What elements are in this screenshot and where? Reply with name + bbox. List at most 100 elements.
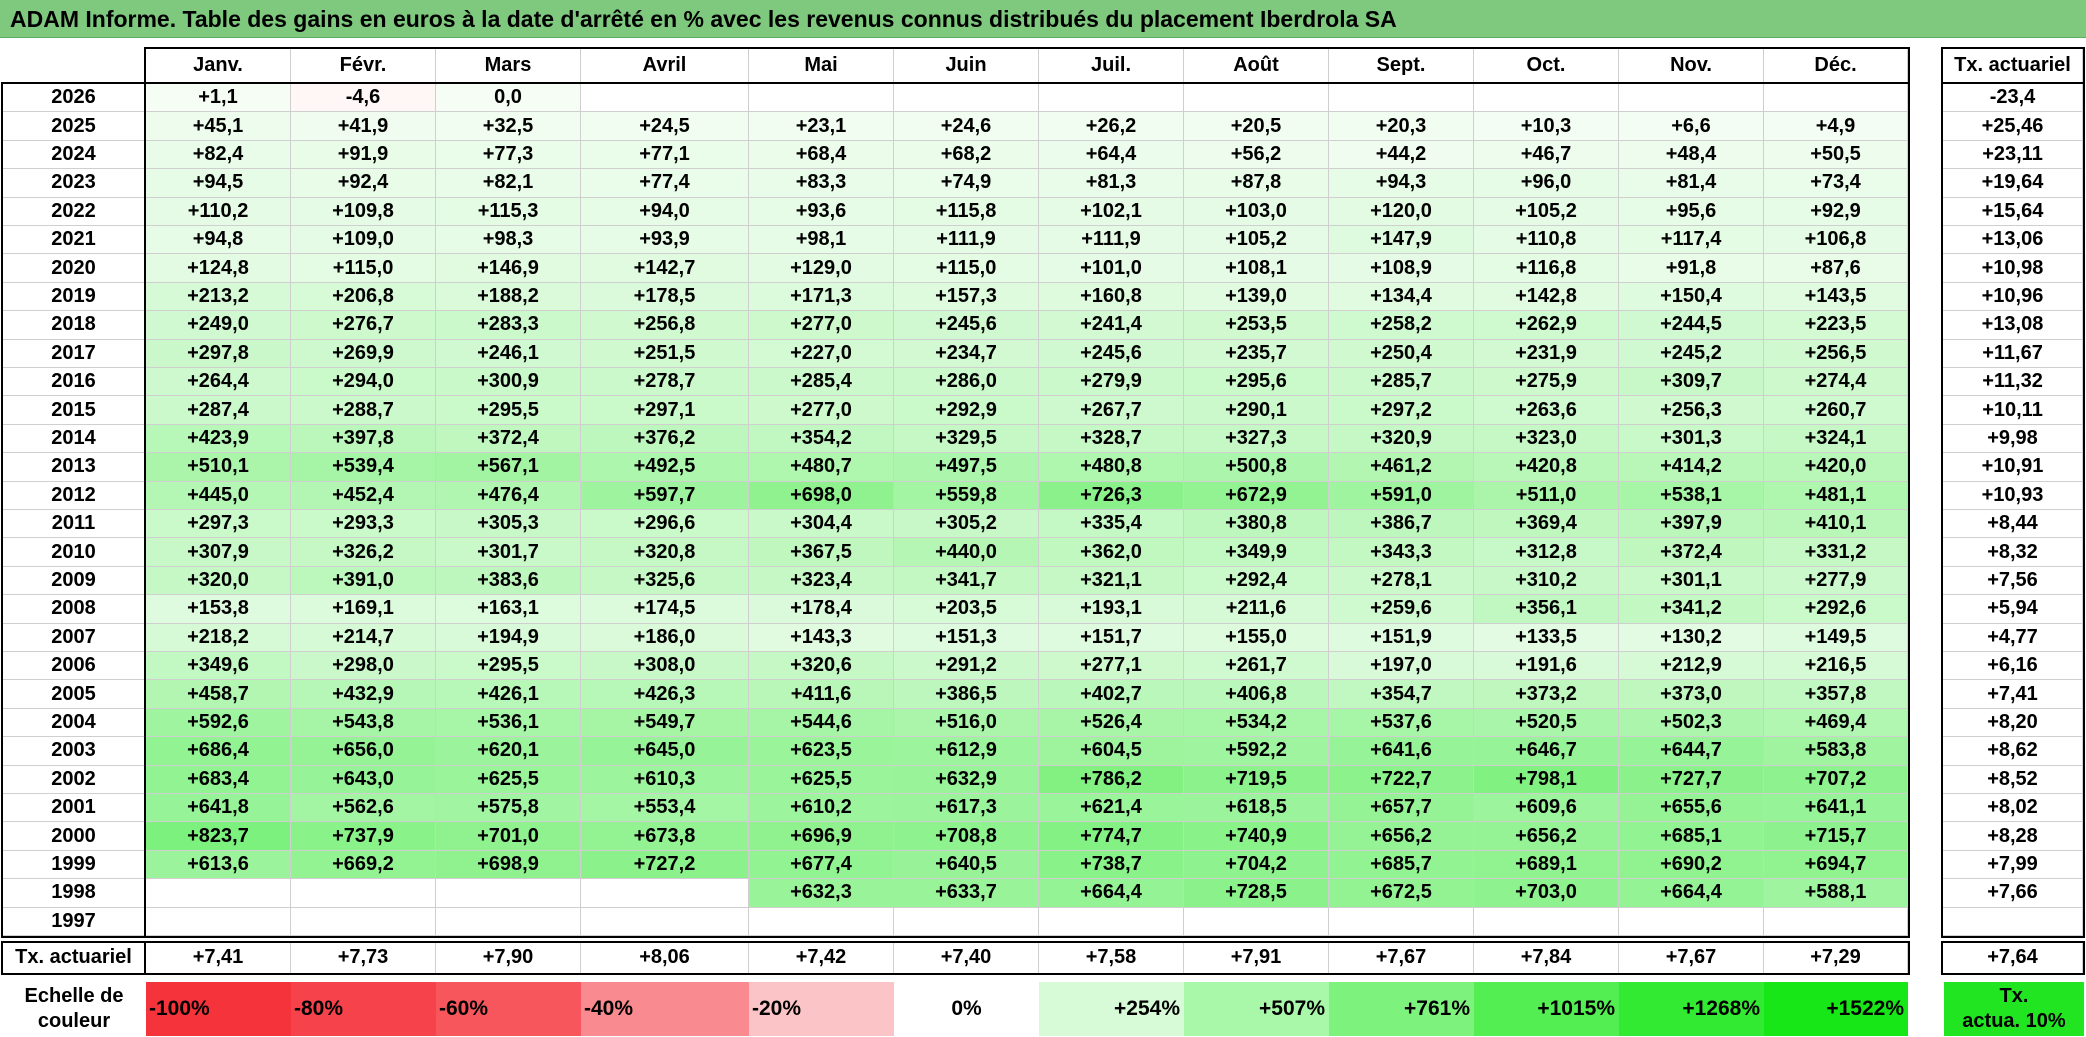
table-cell: +492,5 <box>581 453 749 482</box>
table-cell: +68,2 <box>894 140 1039 170</box>
month-header: Oct. <box>1474 49 1619 83</box>
table-cell: +256,3 <box>1619 396 1764 425</box>
table-cell: +609,6 <box>1474 794 1619 823</box>
table-cell: +20,3 <box>1329 112 1474 141</box>
table-cell: +458,7 <box>146 680 291 709</box>
table-cell: +304,4 <box>749 510 894 539</box>
month-header: Nov. <box>1619 49 1764 83</box>
table-cell: +6,6 <box>1619 112 1764 141</box>
color-scale-rate-line1: Tx. <box>1999 985 2029 1007</box>
table-cell: +81,4 <box>1619 169 1764 198</box>
table-cell: +362,0 <box>1039 538 1184 567</box>
table-cell: +103,0 <box>1184 197 1329 226</box>
border-table-bottom <box>1 936 1910 938</box>
table-cell: +297,3 <box>146 510 291 539</box>
table-cell: +320,8 <box>581 538 749 567</box>
table-cell: +690,2 <box>1619 850 1764 880</box>
color-scale-label-line1: Echelle de <box>24 985 124 1007</box>
rate-cell: +8,62 <box>1943 737 2083 766</box>
table-cell: +231,9 <box>1474 339 1619 368</box>
table-cell: +23,1 <box>749 112 894 141</box>
table-cell: +677,4 <box>749 850 894 880</box>
footer-rate: +7,64 <box>1943 942 2083 974</box>
table-cell: +476,4 <box>436 481 581 510</box>
table-cell: +397,8 <box>291 424 436 454</box>
table-cell: +44,2 <box>1329 140 1474 170</box>
table-cell: +380,8 <box>1184 510 1329 539</box>
table-cell: +81,3 <box>1039 169 1184 198</box>
year-label: 2024 <box>2 140 146 170</box>
month-header: Janv. <box>146 49 291 83</box>
table-cell: +105,2 <box>1474 197 1619 226</box>
table-cell: +267,7 <box>1039 396 1184 425</box>
table-cell: +146,9 <box>436 254 581 283</box>
table-cell: +618,5 <box>1184 794 1329 823</box>
table-cell: +74,9 <box>894 169 1039 198</box>
table-cell: +500,8 <box>1184 453 1329 482</box>
table-cell: +543,8 <box>291 708 436 738</box>
year-label: 1998 <box>2 879 146 908</box>
footer-cell: +7,29 <box>1764 942 1908 974</box>
table-cell: +738,7 <box>1039 850 1184 880</box>
rate-header: Tx. actuariel <box>1943 49 2083 83</box>
table-cell: +297,2 <box>1329 396 1474 425</box>
color-scale-step: -60% <box>436 982 581 1036</box>
border-footer-right <box>1908 941 1910 974</box>
table-cell: +798,1 <box>1474 765 1619 794</box>
table-cell: +297,8 <box>146 339 291 368</box>
year-label: 2016 <box>2 368 146 397</box>
table-cell: +383,6 <box>436 566 581 596</box>
table-cell: +296,6 <box>581 510 749 539</box>
table-cell: +150,4 <box>1619 282 1764 312</box>
table-cell: +641,8 <box>146 794 291 823</box>
table-cell: +655,6 <box>1619 794 1764 823</box>
year-label: 2017 <box>2 339 146 368</box>
table-cell: +539,4 <box>291 453 436 482</box>
table-cell <box>146 879 291 908</box>
color-scale-step: +1522% <box>1764 982 1908 1036</box>
table-cell: +87,8 <box>1184 169 1329 198</box>
table-cell: +203,5 <box>894 595 1039 624</box>
table-cell: +143,3 <box>749 623 894 652</box>
table-cell: +386,5 <box>894 680 1039 709</box>
month-header: Avril <box>581 49 749 83</box>
table-cell <box>894 84 1039 113</box>
border-rate-hdr-bottom <box>1941 82 2085 84</box>
table-cell: +562,6 <box>291 794 436 823</box>
table-cell: +193,1 <box>1039 595 1184 624</box>
table-cell: +685,7 <box>1329 850 1474 880</box>
table-cell: +288,7 <box>291 396 436 425</box>
table-cell: +406,8 <box>1184 680 1329 709</box>
rate-cell: +8,52 <box>1943 765 2083 794</box>
table-cell: +349,6 <box>146 652 291 681</box>
rate-cell: +7,99 <box>1943 850 2083 880</box>
table-cell: +10,3 <box>1474 112 1619 141</box>
table-cell <box>1764 907 1908 936</box>
rate-cell: +11,32 <box>1943 368 2083 397</box>
table-cell: +420,8 <box>1474 453 1619 482</box>
table-cell: +391,0 <box>291 566 436 596</box>
footer-cell: +7,90 <box>436 942 581 974</box>
table-cell: +481,1 <box>1764 481 1908 510</box>
year-label: 2018 <box>2 311 146 340</box>
year-label: 2005 <box>2 680 146 709</box>
table-cell <box>291 907 436 936</box>
rate-cell: +10,98 <box>1943 254 2083 283</box>
table-cell: +656,2 <box>1474 822 1619 851</box>
table-cell: +440,0 <box>894 538 1039 567</box>
table-cell: +320,6 <box>749 652 894 681</box>
border-rate-right <box>2083 49 2085 938</box>
table-cell: +644,7 <box>1619 737 1764 766</box>
table-cell <box>1474 907 1619 936</box>
table-cell: +719,5 <box>1184 765 1329 794</box>
table-cell: +526,4 <box>1039 708 1184 738</box>
table-cell: +656,0 <box>291 737 436 766</box>
table-cell: +142,8 <box>1474 282 1619 312</box>
color-scale-step: -40% <box>581 982 749 1036</box>
table-cell: +178,4 <box>749 595 894 624</box>
table-cell: +575,8 <box>436 794 581 823</box>
table-cell: +292,6 <box>1764 595 1908 624</box>
table-cell: +108,1 <box>1184 254 1329 283</box>
table-cell <box>1619 907 1764 936</box>
table-cell: +386,7 <box>1329 510 1474 539</box>
